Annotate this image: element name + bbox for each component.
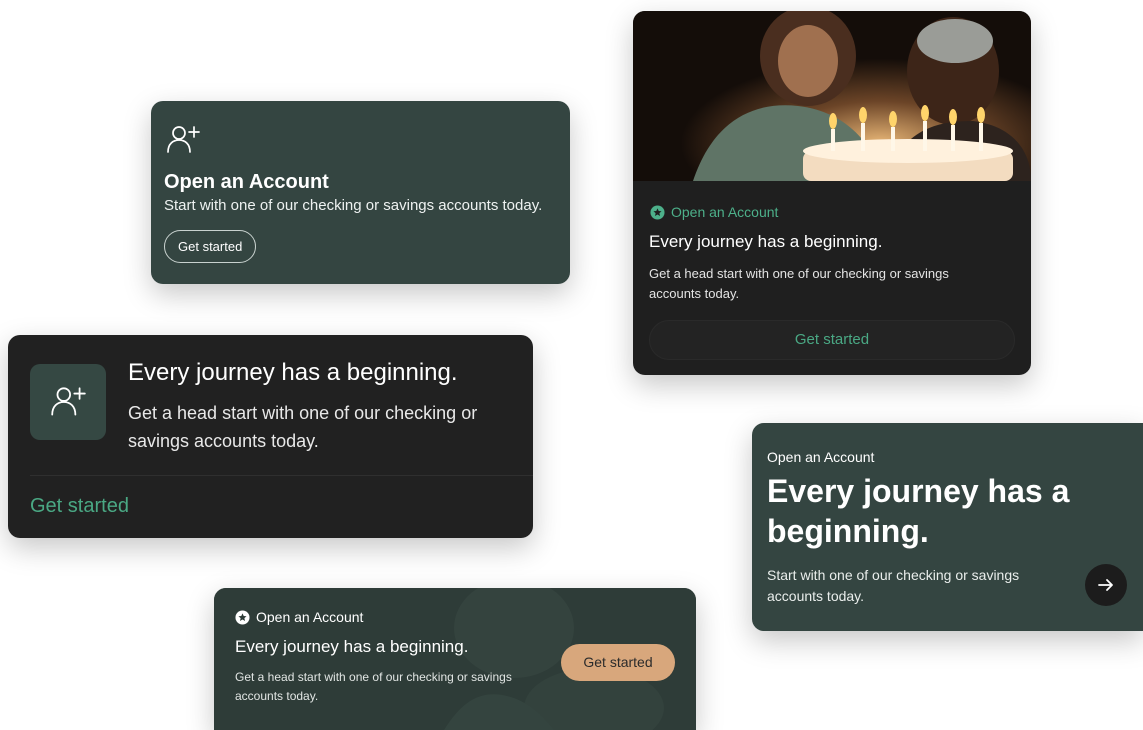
open-account-card-compact: Open an Account Start with one of our ch… [151, 101, 570, 284]
card-body: Get a head start with one of our checkin… [649, 266, 949, 301]
open-account-card-icon-tile: Every journey has a beginning. Get a hea… [8, 335, 533, 538]
card-body: Get a head start with one of our checkin… [128, 403, 478, 451]
card-subtitle: Start with one of our checking or saving… [164, 197, 543, 214]
card-title: Open an Account [164, 171, 329, 193]
open-account-card-banner: Open an Account Every journey has a begi… [214, 588, 696, 730]
open-account-card-hero: Open an Account Every journey has a begi… [752, 423, 1143, 631]
card-headline: Every journey has a beginning. [235, 637, 469, 656]
card-headline: Every journey has a beginning. [649, 232, 883, 251]
arrow-right-icon [1098, 579, 1113, 591]
birthday-cake-photo [633, 11, 1031, 181]
arrow-button[interactable] [1085, 564, 1127, 606]
card-headline: Every journey has a beginning. [128, 359, 458, 386]
card-body: Start with one of our checking or saving… [767, 567, 1020, 604]
get-started-link[interactable]: Get started [30, 495, 129, 518]
card-eyebrow: Open an Account [650, 204, 778, 220]
add-user-icon [167, 126, 200, 153]
card-eyebrow: Open an Account [235, 609, 363, 625]
card-eyebrow: Open an Account [767, 449, 875, 465]
eyebrow-label: Open an Account [671, 204, 779, 220]
star-badge-icon [650, 204, 665, 220]
star-badge-icon [235, 609, 250, 625]
get-started-button[interactable]: Get started [649, 320, 1015, 360]
get-started-button[interactable]: Get started [561, 644, 675, 681]
add-user-icon [51, 387, 86, 416]
get-started-button[interactable]: Get started [164, 230, 257, 263]
icon-tile [30, 364, 106, 440]
divider [30, 475, 533, 476]
card-headline: Every journey has a beginning. [767, 473, 1070, 549]
card-body: Get a head start with one of our checkin… [235, 670, 512, 703]
open-account-card-photo: Open an Account Every journey has a begi… [633, 11, 1031, 375]
eyebrow-label: Open an Account [256, 609, 364, 625]
